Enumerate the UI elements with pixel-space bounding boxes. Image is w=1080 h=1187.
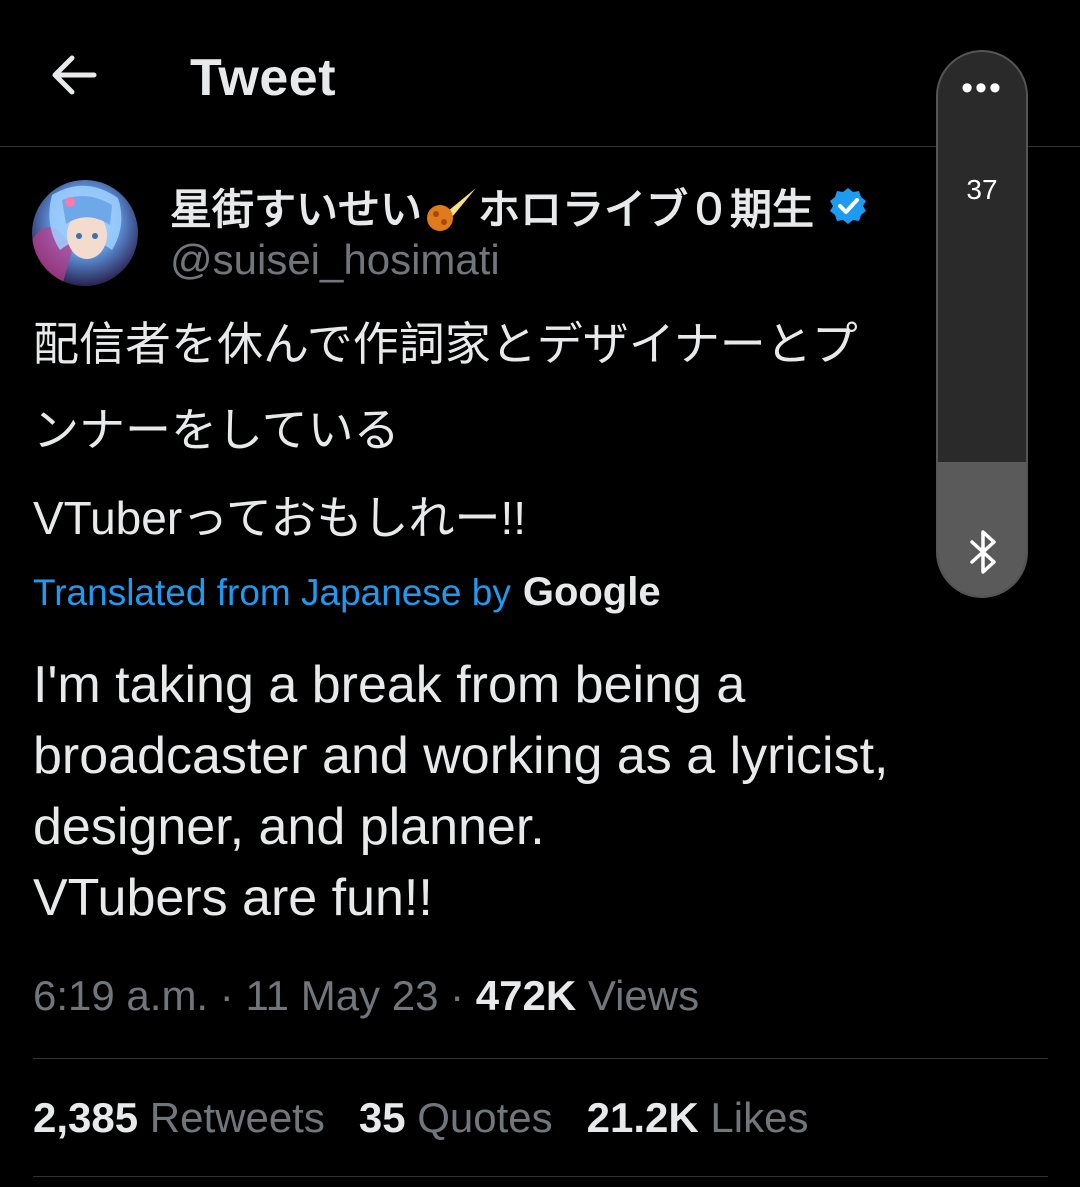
more-options-icon[interactable]: •••: [938, 71, 1026, 105]
verified-badge-icon: [830, 188, 867, 224]
avatar[interactable]: [32, 180, 138, 286]
author-name[interactable]: 星街すいせい ホロライブ０期生: [170, 176, 814, 237]
translation-attribution[interactable]: Translated from Japanese by Google: [33, 570, 661, 615]
google-logo: Google: [522, 570, 661, 614]
translated-label[interactable]: Translated from Japanese by: [33, 572, 511, 614]
comet-icon: [427, 187, 477, 231]
views-label[interactable]: Views: [576, 972, 699, 1019]
quotes-label: Quotes: [405, 1094, 553, 1141]
tweet-date[interactable]: 11 May 23: [245, 972, 438, 1019]
author-handle[interactable]: @suisei_hosimati: [170, 236, 500, 284]
retweets-stat[interactable]: 2,385 Retweets: [33, 1094, 325, 1142]
tweet-text-jp-line: ンナーをしている: [33, 404, 400, 456]
top-bar: Tweet: [0, 0, 1080, 147]
likes-count: 21.2K: [586, 1094, 699, 1141]
translated-line: broadcaster and working as a lyricist,: [33, 727, 889, 785]
tweet-text-jp-line: 配信者を休んで作詞家とデザイナーとプ: [33, 318, 858, 370]
tweet-text-translated: I'm taking a break from being a broadcas…: [33, 650, 1023, 934]
page-title: Tweet: [190, 49, 337, 107]
views-count[interactable]: 472K: [476, 972, 576, 1019]
tweet-meta: 6:19 a.m. · 11 May 23 · 472K Views: [33, 972, 699, 1020]
likes-stat[interactable]: 21.2K Likes: [587, 1094, 809, 1142]
retweets-label: Retweets: [138, 1094, 325, 1141]
translated-line: I'm taking a break from being a: [33, 656, 746, 714]
divider: [33, 1058, 1048, 1059]
author-name-row[interactable]: 星街すいせい ホロライブ０期生: [170, 178, 868, 234]
translated-line: VTubers are fun!!: [33, 869, 433, 927]
quotes-count: 35: [358, 1094, 406, 1141]
volume-panel[interactable]: ••• 37: [936, 50, 1028, 598]
bluetooth-icon: [970, 530, 996, 574]
quotes-stat[interactable]: 35 Quotes: [359, 1094, 553, 1142]
separator: ·: [208, 972, 246, 1019]
back-arrow-icon[interactable]: [50, 54, 98, 96]
volume-level: 37: [966, 174, 998, 205]
tweet-time[interactable]: 6:19 a.m.: [33, 972, 208, 1019]
tweet-stats: 2,385 Retweets 35 Quotes 21.2K Likes: [33, 1094, 842, 1142]
tweet-text-jp-line: VTuberっておもしれー!!: [33, 492, 527, 544]
retweets-count: 2,385: [33, 1094, 139, 1141]
likes-label: Likes: [698, 1094, 809, 1141]
divider: [33, 1176, 1048, 1177]
translated-line: designer, and planner.: [33, 798, 545, 856]
separator: ·: [438, 972, 476, 1019]
